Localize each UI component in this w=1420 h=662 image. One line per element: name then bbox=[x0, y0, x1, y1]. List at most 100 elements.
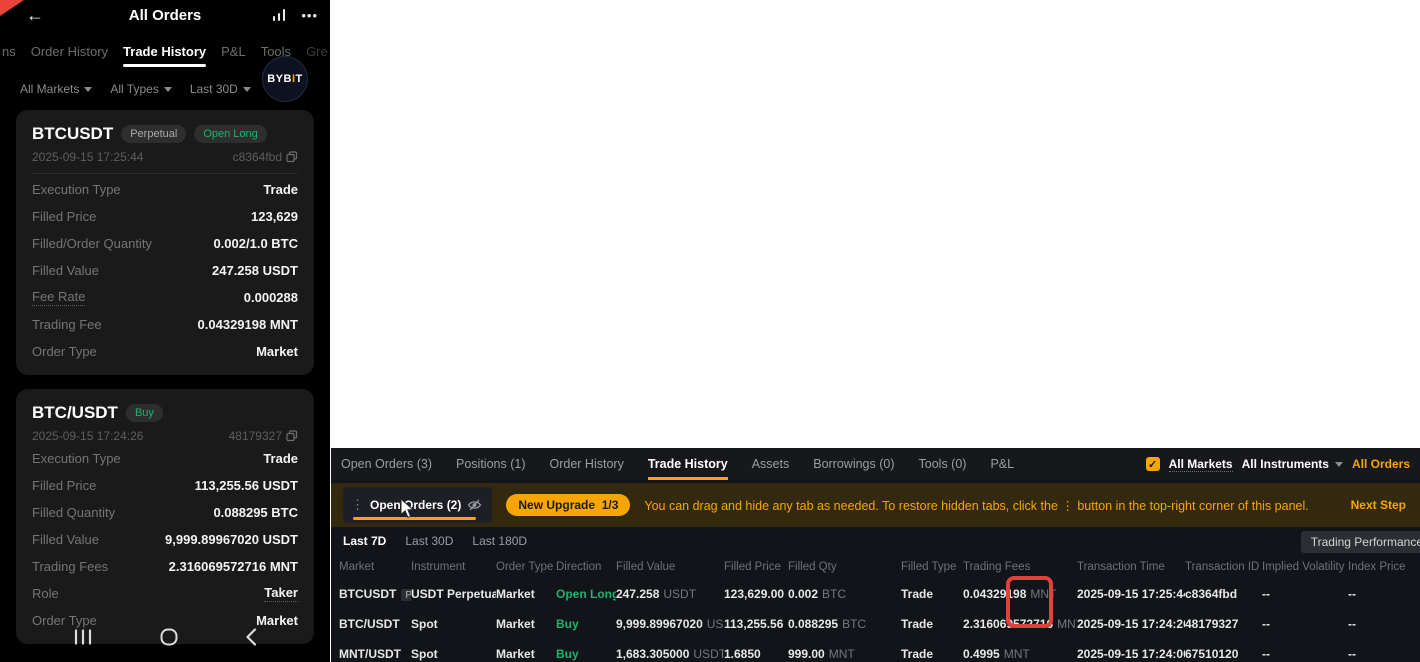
mobile-tab-ns[interactable]: ns bbox=[2, 44, 16, 59]
column-header-label: Trading Fees bbox=[963, 561, 1030, 573]
corner-accent bbox=[0, 0, 24, 16]
detail-label[interactable]: Fee Rate bbox=[32, 289, 85, 306]
table-row[interactable]: BTC/USDTSpotMarketBuy9,999.89967020USDT1… bbox=[331, 609, 1420, 639]
trading-performance-button[interactable]: Trading Performance bbox=[1301, 531, 1420, 553]
upgrade-badge-label: New Upgrade bbox=[518, 498, 595, 512]
cell-value: 999.00 bbox=[788, 647, 825, 661]
tab-trade-history[interactable]: Trade History bbox=[648, 457, 728, 471]
cell-instrument: Spot bbox=[411, 617, 496, 631]
detail-value[interactable]: Taker bbox=[264, 585, 298, 602]
detail-label: Filled Value bbox=[32, 263, 99, 278]
cell-transaction-time: 2025-09-15 17:24:26 bbox=[1077, 617, 1185, 631]
mobile-filter-all-markets[interactable]: All Markets bbox=[20, 82, 92, 96]
cell-value: 2.316069572716 bbox=[963, 617, 1053, 631]
cell-index-price: -- bbox=[1348, 617, 1419, 631]
tab-positions-1[interactable]: Positions (1) bbox=[456, 457, 525, 471]
cell-value: -- bbox=[1262, 617, 1270, 631]
detail-row-role: RoleTaker bbox=[32, 580, 298, 607]
cell-value: 9,999.89967020 bbox=[616, 617, 703, 631]
column-header-instrument: Instrument bbox=[411, 561, 496, 573]
order-card-btc-usdt-spot: BTC/USDT Buy 2025-09-15 17:24:26 4817932… bbox=[16, 389, 314, 644]
column-header-label: Transaction Time bbox=[1077, 561, 1165, 573]
time-filter-bar: Last 7D Last 30D Last 180D Trading Perform… bbox=[331, 527, 1420, 553]
mobile-filter-last-30d[interactable]: Last 30D bbox=[190, 82, 251, 96]
copy-icon[interactable] bbox=[286, 151, 298, 163]
nav-back-icon[interactable] bbox=[245, 628, 257, 646]
perp-badge: Perp bbox=[401, 589, 411, 601]
cell-filled-price: 113,255.56 bbox=[724, 617, 788, 631]
caret-down-icon bbox=[84, 87, 92, 92]
order-id[interactable]: 48179327 bbox=[229, 429, 298, 443]
cell-value: 67510120 bbox=[1185, 647, 1238, 661]
caret-down-icon bbox=[243, 87, 251, 92]
table-row[interactable]: MNT/USDTSpotMarketBuy1,683.305000USDT1.6… bbox=[331, 639, 1420, 662]
badge-perpetual: Perpetual bbox=[121, 125, 186, 143]
hide-tab-eye-icon[interactable] bbox=[467, 498, 482, 512]
cell-value: Market bbox=[496, 647, 535, 661]
column-header-filled-value: Filled Value bbox=[616, 561, 724, 573]
table-row[interactable]: BTCUSDTPerpUSDT PerpetualsMarketOpen Lon… bbox=[331, 579, 1420, 609]
recent-apps-icon[interactable] bbox=[73, 629, 93, 645]
time-filter-last-180d[interactable]: Last 180D bbox=[472, 534, 527, 548]
tab-borrowings-0[interactable]: Borrowings (0) bbox=[813, 457, 894, 471]
cell-unit: MNT bbox=[1004, 647, 1030, 661]
time-filter-last-30d[interactable]: Last 30D bbox=[405, 534, 453, 548]
cell-filled-type: Trade bbox=[901, 647, 963, 661]
next-step-button[interactable]: Next Step bbox=[1351, 498, 1408, 512]
column-header-label: Transaction ID bbox=[1185, 561, 1259, 573]
all-markets-checkbox[interactable]: ✓ bbox=[1146, 457, 1160, 471]
time-filter-last-7d[interactable]: Last 7D bbox=[343, 534, 386, 548]
cell-direction: Buy bbox=[556, 617, 616, 631]
cell-value: 0.04329198 bbox=[963, 587, 1026, 601]
cell-filled-value: 247.258USDT bbox=[616, 587, 724, 601]
detail-value: 113,255.56 USDT bbox=[195, 478, 298, 493]
tab-p-l[interactable]: P&L bbox=[990, 457, 1014, 471]
mobile-tab-gre[interactable]: Gre bbox=[306, 44, 328, 59]
column-header-market: Market bbox=[339, 561, 411, 573]
cell-unit: BTC bbox=[822, 587, 846, 601]
detail-row-filled-quantity: Filled Quantity0.088295 BTC bbox=[32, 499, 298, 526]
open-orders-chip[interactable]: ⋮ Open Orders (2) bbox=[343, 487, 492, 523]
column-header-label: Implied Volatility bbox=[1262, 561, 1344, 573]
cell-value: USDT Perpetuals bbox=[411, 587, 496, 601]
mobile-tab-trade-history[interactable]: Trade History bbox=[123, 44, 206, 59]
detail-row-filled-value: Filled Value247.258 USDT bbox=[32, 257, 298, 284]
mobile-header: ← All Orders ••• bbox=[0, 0, 330, 30]
tab-order-history[interactable]: Order History bbox=[550, 457, 624, 471]
cell-implied-volatility: -- bbox=[1262, 617, 1348, 631]
drag-handle-icon[interactable]: ⋮ bbox=[351, 497, 364, 513]
cell-value: Trade bbox=[901, 587, 933, 601]
order-symbol: BTC/USDT bbox=[32, 403, 118, 423]
order-time: 2025-09-15 17:24:26 bbox=[32, 429, 143, 443]
cell-filled-qty: 0.002BTC bbox=[788, 587, 901, 601]
stats-icon[interactable] bbox=[271, 8, 287, 22]
cell-filled-type: Trade bbox=[901, 617, 963, 631]
all-markets-label[interactable]: All Markets bbox=[1169, 457, 1233, 472]
detail-label: Trading Fees bbox=[32, 559, 108, 574]
cell-value: 123,629.00 bbox=[724, 587, 784, 601]
all-orders-link[interactable]: All Orders bbox=[1352, 457, 1410, 471]
cell-value: -- bbox=[1348, 587, 1356, 601]
column-header-label: Instrument bbox=[411, 561, 465, 573]
copy-icon[interactable] bbox=[286, 430, 298, 442]
home-icon[interactable] bbox=[160, 628, 178, 646]
android-nav-bar bbox=[0, 612, 330, 662]
column-header-direction: Direction bbox=[556, 561, 616, 573]
mobile-tab-p-l[interactable]: P&L bbox=[221, 44, 246, 59]
filter-label: All Markets bbox=[20, 82, 79, 96]
detail-value: 123,629 bbox=[251, 209, 298, 224]
all-instruments-select[interactable]: All Instruments bbox=[1242, 457, 1343, 471]
tab-open-orders-3[interactable]: Open Orders (3) bbox=[341, 457, 432, 471]
cell-direction: Open Long bbox=[556, 587, 616, 601]
cell-transaction-id: 48179327 bbox=[1185, 617, 1262, 631]
table-header: MarketInstrumentOrder TypeDirectionFille… bbox=[331, 555, 1420, 579]
order-id[interactable]: c8364fbd bbox=[233, 150, 298, 164]
mobile-filter-all-types[interactable]: All Types bbox=[110, 82, 171, 96]
tab-tools-0[interactable]: Tools (0) bbox=[919, 457, 967, 471]
more-icon[interactable]: ••• bbox=[301, 8, 318, 23]
mobile-tab-order-history[interactable]: Order History bbox=[31, 44, 108, 59]
column-header-trading-fees[interactable]: Trading Fees bbox=[963, 561, 1077, 573]
tab-assets[interactable]: Assets bbox=[752, 457, 790, 471]
cell-value: 0.088295 bbox=[788, 617, 838, 631]
detail-row-filled-price: Filled Price123,629 bbox=[32, 203, 298, 230]
